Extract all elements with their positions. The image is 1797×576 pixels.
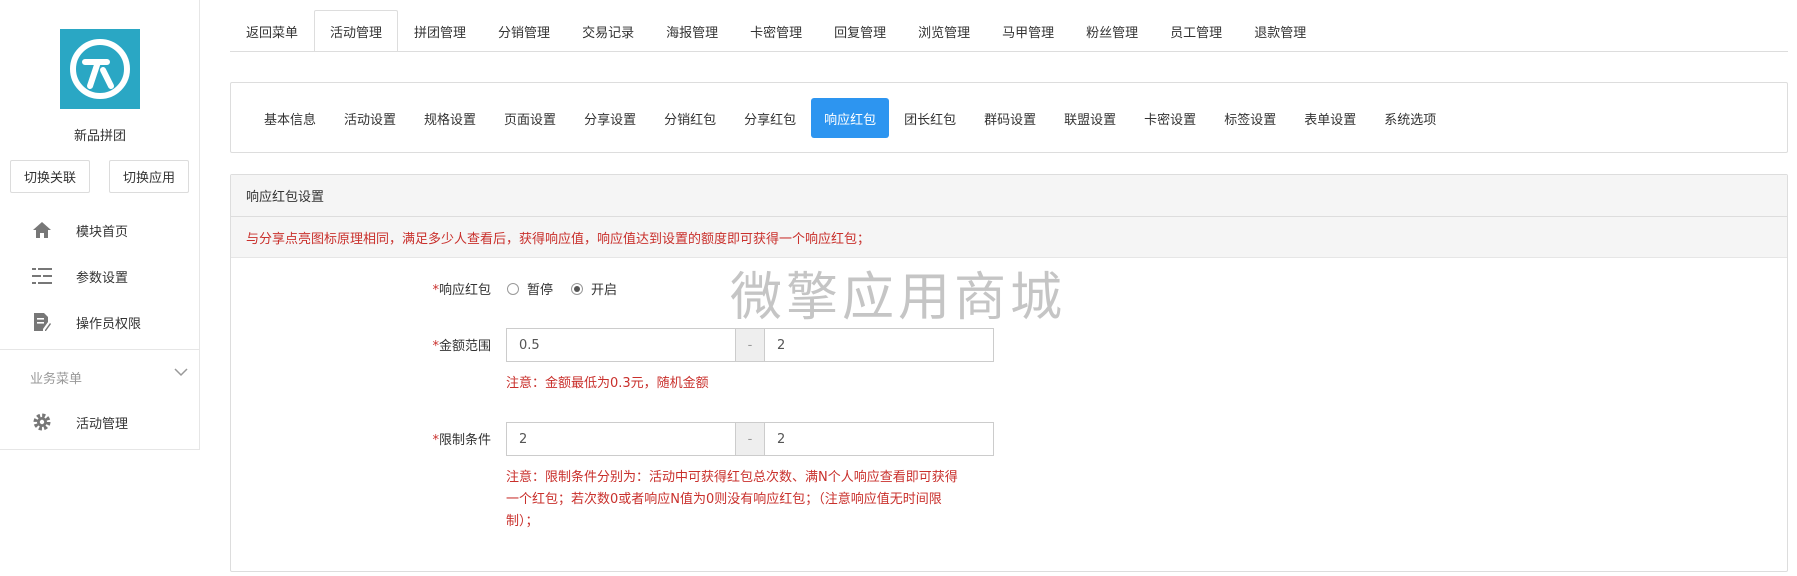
limit-n-input[interactable] bbox=[764, 422, 994, 456]
sidebar-item-label: 参数设置 bbox=[76, 270, 129, 286]
sidebar-item-operator-permissions[interactable]: 操作员权限 bbox=[0, 302, 200, 342]
toggle-label-text: 响应红包 bbox=[438, 283, 491, 298]
top-tab-bar: 返回菜单 活动管理 拼团管理 分销管理 交易记录 海报管理 卡密管理 回复管理 … bbox=[230, 10, 1322, 52]
watermark-text: 微擎应用商城 bbox=[730, 268, 1067, 328]
limit-count-input[interactable] bbox=[506, 422, 736, 456]
sub-tab-bar: 基本信息 活动设置 规格设置 页面设置 分享设置 分销红包 分享红包 响应红包 … bbox=[251, 98, 1451, 138]
chevron-down-icon[interactable] bbox=[174, 366, 188, 381]
subtab-leader-redpacket[interactable]: 团长红包 bbox=[891, 98, 969, 138]
sub-tab-panel: 基本信息 活动设置 规格设置 页面设置 分享设置 分销红包 分享红包 响应红包 … bbox=[230, 82, 1788, 153]
sidebar-item-label: 操作员权限 bbox=[76, 316, 142, 332]
app-logo-icon bbox=[70, 39, 130, 99]
app-logo bbox=[60, 29, 140, 109]
radio-circle-selected[interactable] bbox=[571, 282, 583, 295]
subtab-distribution-redpacket[interactable]: 分销红包 bbox=[651, 98, 729, 138]
limit-label-text: 限制条件 bbox=[438, 433, 491, 448]
radio-enable-label: 开启 bbox=[591, 283, 618, 298]
limit-hint-line: 注意：限制条件分别为：活动中可获得红包总次数、满N个人响应查看即可获得 bbox=[506, 470, 958, 485]
document-edit-icon bbox=[31, 311, 53, 333]
tab-browse-management[interactable]: 浏览管理 bbox=[902, 10, 986, 52]
limit-hint: 注意：限制条件分别为：活动中可获得红包总次数、满N个人响应查看即可获得 一个红包… bbox=[506, 467, 1006, 533]
tab-refund-management[interactable]: 退款管理 bbox=[1238, 10, 1322, 52]
subtab-group-code-settings[interactable]: 群码设置 bbox=[971, 98, 1049, 138]
range-separator: - bbox=[736, 422, 764, 456]
subtab-system-options[interactable]: 系统选项 bbox=[1371, 98, 1449, 138]
panel-title: 响应红包设置 bbox=[231, 175, 1787, 217]
subtab-page-settings[interactable]: 页面设置 bbox=[491, 98, 569, 138]
tab-activity-management[interactable]: 活动管理 bbox=[314, 10, 399, 52]
radio-pause[interactable]: 暂停 bbox=[507, 279, 553, 298]
tab-vest-management[interactable]: 马甲管理 bbox=[986, 10, 1070, 52]
sidebar-divider bbox=[0, 349, 200, 350]
subtab-alliance-settings[interactable]: 联盟设置 bbox=[1051, 98, 1129, 138]
subtab-tag-settings[interactable]: 标签设置 bbox=[1211, 98, 1289, 138]
subtab-share-settings[interactable]: 分享设置 bbox=[571, 98, 649, 138]
radio-enable[interactable]: 开启 bbox=[571, 279, 617, 298]
subtab-form-settings[interactable]: 表单设置 bbox=[1291, 98, 1369, 138]
subtab-response-redpacket[interactable]: 响应红包 bbox=[811, 98, 890, 138]
sidebar-item-label: 模块首页 bbox=[76, 224, 129, 240]
sidebar-item-params[interactable]: 参数设置 bbox=[0, 256, 200, 296]
limit-hint-line: 一个红包；若次数0或者响应N值为0则没有响应红包；（注意响应值无时间限 bbox=[506, 492, 942, 507]
sidebar-item-label: 活动管理 bbox=[76, 416, 129, 432]
limit-range: - bbox=[506, 422, 994, 456]
subtab-share-redpacket[interactable]: 分享红包 bbox=[731, 98, 809, 138]
amount-range: - bbox=[506, 328, 994, 362]
radio-pause-label: 暂停 bbox=[527, 283, 554, 298]
gear-icon bbox=[31, 411, 53, 433]
home-icon bbox=[31, 219, 53, 241]
tab-transaction-records[interactable]: 交易记录 bbox=[566, 10, 650, 52]
sidebar-item-activity-management[interactable]: 活动管理 bbox=[0, 402, 200, 442]
switch-app-button[interactable]: 切换应用 bbox=[109, 160, 189, 193]
amount-min-input[interactable] bbox=[506, 328, 736, 362]
amount-max-input[interactable] bbox=[764, 328, 994, 362]
tab-bar-divider bbox=[230, 51, 1788, 52]
sidebar: 新品拼团 切换关联 切换应用 模块首页 参数设置 操作员权限 业务菜单 活动管理 bbox=[0, 0, 200, 450]
limit-label: *限制条件 bbox=[291, 429, 491, 448]
range-separator: - bbox=[736, 328, 764, 362]
tab-fans-management[interactable]: 粉丝管理 bbox=[1070, 10, 1154, 52]
sidebar-item-module-home[interactable]: 模块首页 bbox=[0, 210, 200, 250]
amount-label-text: 金额范围 bbox=[438, 339, 491, 354]
app-name: 新品拼团 bbox=[73, 129, 126, 144]
toggle-label: *响应红包 bbox=[291, 279, 491, 298]
subtab-card-key-settings[interactable]: 卡密设置 bbox=[1131, 98, 1209, 138]
sidebar-group-label: 业务菜单 bbox=[30, 372, 83, 387]
tab-staff-management[interactable]: 员工管理 bbox=[1154, 10, 1238, 52]
tab-distribution-management[interactable]: 分销管理 bbox=[482, 10, 566, 52]
tab-group-buy-management[interactable]: 拼团管理 bbox=[398, 10, 482, 52]
tab-reply-management[interactable]: 回复管理 bbox=[818, 10, 902, 52]
panel-notice: 与分享点亮图标原理相同，满足多少人查看后，获得响应值，响应值达到设置的额度即可获… bbox=[231, 217, 1787, 258]
sidebar-divider bbox=[0, 449, 200, 450]
tab-back-menu[interactable]: 返回菜单 bbox=[230, 10, 314, 52]
subtab-spec-settings[interactable]: 规格设置 bbox=[411, 98, 489, 138]
list-settings-icon bbox=[31, 265, 53, 287]
subtab-basic-info[interactable]: 基本信息 bbox=[251, 98, 329, 138]
response-redpacket-settings-panel: 响应红包设置 与分享点亮图标原理相同，满足多少人查看后，获得响应值，响应值达到设… bbox=[230, 174, 1788, 572]
amount-label: *金额范围 bbox=[291, 335, 491, 354]
switch-link-button[interactable]: 切换关联 bbox=[10, 160, 90, 193]
subtab-activity-settings[interactable]: 活动设置 bbox=[331, 98, 409, 138]
radio-circle[interactable] bbox=[507, 282, 519, 295]
tab-poster-management[interactable]: 海报管理 bbox=[650, 10, 734, 52]
amount-hint: 注意：金额最低为0.3元，随机金额 bbox=[506, 376, 709, 391]
tab-card-key-management[interactable]: 卡密管理 bbox=[734, 10, 818, 52]
limit-hint-line: 制）； bbox=[506, 514, 539, 529]
